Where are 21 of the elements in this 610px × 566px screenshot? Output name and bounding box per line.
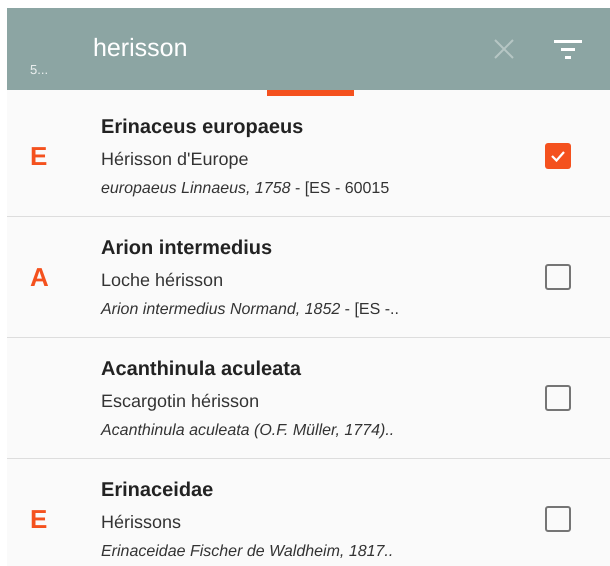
reference-text: Erinaceidae Fischer de Waldheim, 1817.. bbox=[101, 542, 394, 562]
common-name: Escargotin hérisson bbox=[101, 390, 260, 413]
species-name: Arion intermedius bbox=[101, 236, 274, 260]
status-letter: E bbox=[30, 140, 48, 170]
species-name: Erinaceus europaeus bbox=[101, 114, 304, 140]
reference-text: europaeus Linnaeus, 1758 - [ES - 60015 bbox=[101, 178, 390, 198]
common-name: Hérisson d'Europe bbox=[101, 148, 250, 171]
species-name: Erinaceidae bbox=[101, 478, 214, 502]
filter-icon[interactable] bbox=[554, 38, 582, 60]
result-count: 5... bbox=[30, 61, 48, 79]
reference-text: Acanthinula aculeata (O.F. Müller, 1774).. bbox=[101, 420, 396, 440]
status-letter: E bbox=[30, 504, 48, 534]
checkbox[interactable] bbox=[545, 385, 571, 411]
status-letter: A bbox=[30, 262, 49, 292]
reference-text: Arion intermedius Normand, 1852 - [ES -.. bbox=[101, 300, 400, 320]
species-name: Acanthinula aculeata bbox=[101, 356, 302, 382]
checkbox[interactable] bbox=[545, 506, 571, 532]
common-name: Loche hérisson bbox=[101, 268, 224, 292]
checkbox[interactable] bbox=[545, 264, 571, 290]
common-name: Hérissons bbox=[101, 510, 182, 534]
checkbox[interactable] bbox=[545, 143, 571, 169]
